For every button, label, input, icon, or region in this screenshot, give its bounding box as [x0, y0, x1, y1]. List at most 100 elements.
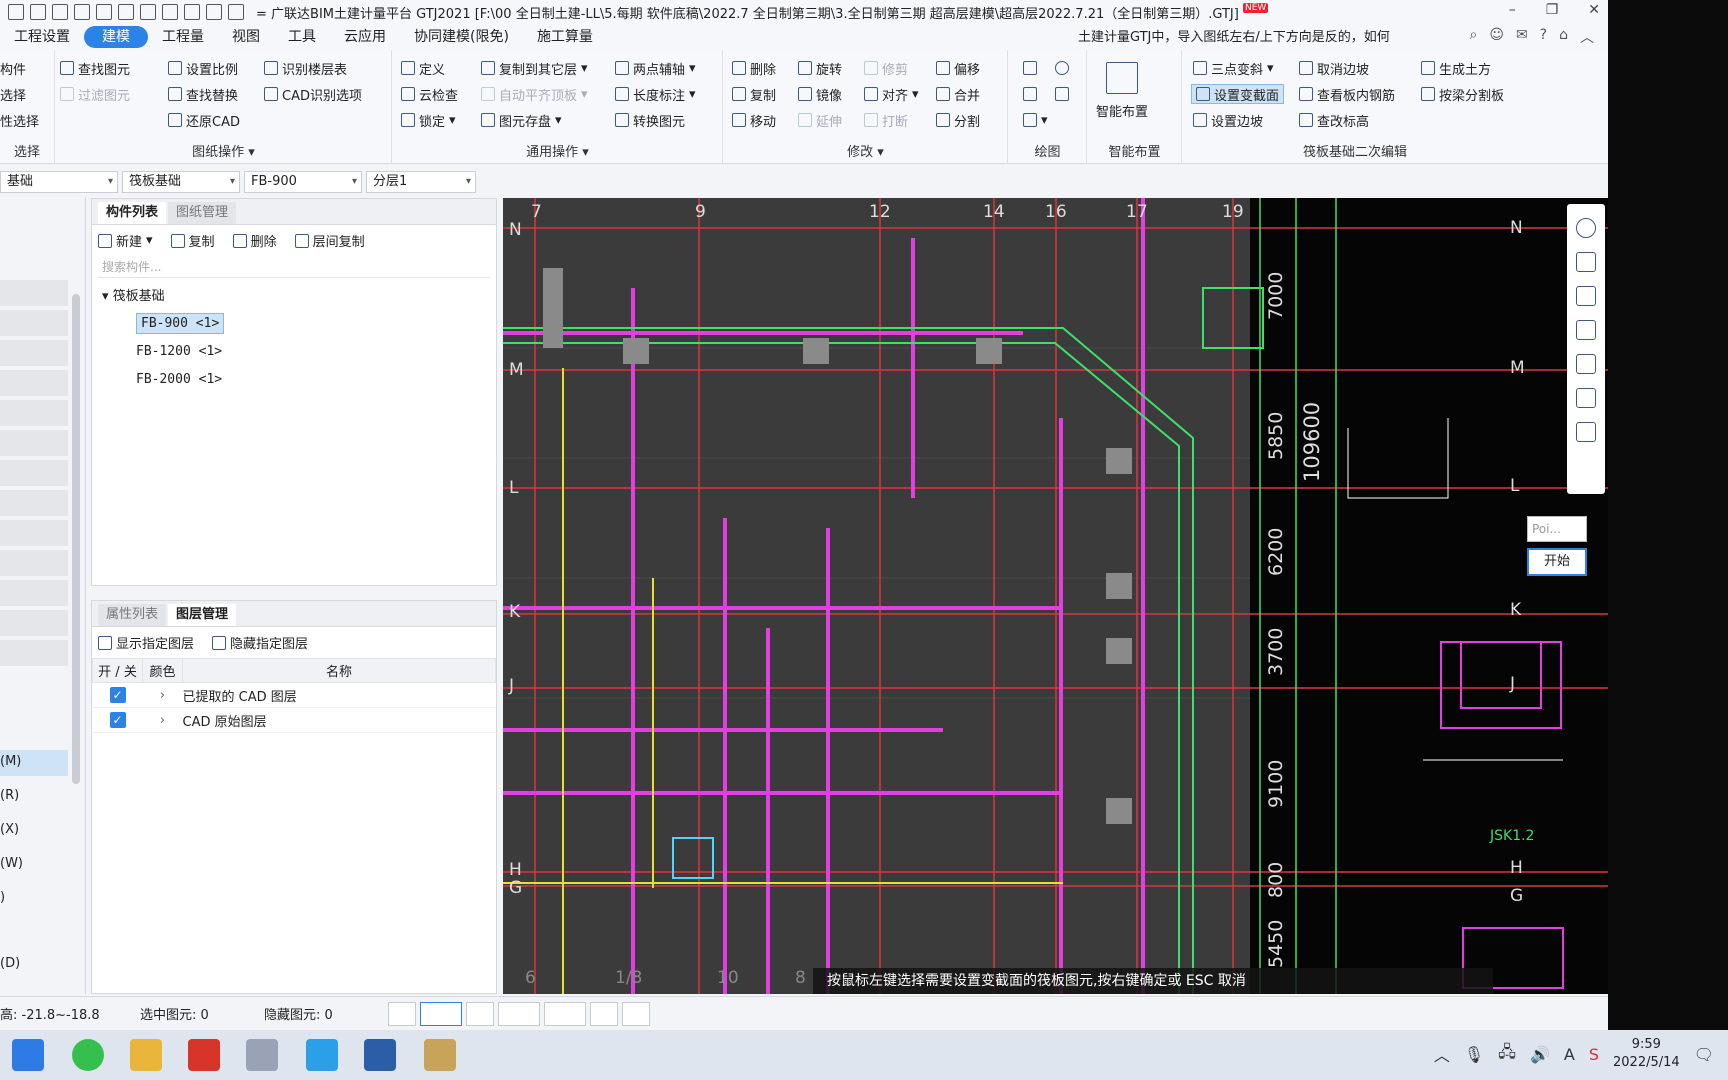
file-explorer-icon[interactable] [130, 1039, 162, 1071]
delete-button[interactable]: 删除 [732, 58, 776, 78]
align-button[interactable]: 对齐 ▾ [864, 84, 919, 104]
menu-quantity[interactable]: 工程量 [148, 26, 218, 48]
select-component-button[interactable]: 构件 [0, 58, 26, 78]
help-search-tip[interactable]: 土建计量GTJ中，导入图纸左右/上下方向是反的，如何 [1078, 26, 1458, 45]
layer-toggle-checkbox[interactable]: ✓ [109, 712, 126, 728]
extend-button[interactable]: 延伸 [798, 110, 842, 130]
nav-item[interactable] [0, 580, 68, 606]
menu-cloud[interactable]: 云应用 [330, 26, 400, 48]
fullscreen-icon[interactable] [1576, 354, 1596, 374]
cancel-edge-slope-button[interactable]: 取消边坡 [1299, 58, 1369, 78]
grid-icon[interactable] [162, 4, 178, 20]
ortho-toggle-button[interactable] [388, 1001, 416, 1026]
user-icon[interactable]: ☺ [1489, 27, 1504, 47]
drawing-canvas[interactable]: 7 9 12 14 16 17 19 N M L K J H G 6 1/8 1… [503, 198, 1608, 994]
nav-label[interactable]: (X) [0, 822, 19, 837]
find-element-button[interactable]: 查找图元 [60, 58, 130, 78]
define-button[interactable]: 定义 [401, 58, 445, 78]
table-row[interactable]: ✓ › 已提取的 CAD 图层 [92, 682, 496, 708]
select-button[interactable]: 选择 [0, 84, 26, 104]
point-draw-icon[interactable] [1023, 58, 1037, 78]
nav-item[interactable] [0, 640, 68, 666]
cross-select-button[interactable] [466, 1001, 494, 1026]
gtj-app-icon[interactable] [306, 1039, 338, 1071]
menu-construction[interactable]: 施工算量 [523, 26, 607, 48]
offset-button[interactable]: 偏移 [936, 58, 980, 78]
auto-align-top-button[interactable]: 自动平齐顶板 ▾ [481, 84, 588, 104]
display-toggle-button[interactable] [590, 1001, 618, 1026]
layers-icon[interactable] [206, 4, 222, 20]
tree-node-raft[interactable]: ▾ 筏板基础 [102, 284, 486, 310]
ime-icon[interactable]: A [1564, 1045, 1575, 1064]
nav-item[interactable] [0, 370, 68, 396]
tab-component-list[interactable]: 构件列表 [98, 202, 167, 224]
cad-viewer-icon[interactable] [364, 1039, 396, 1071]
network-icon[interactable]: 🖧 [1498, 1041, 1516, 1068]
image-app-icon[interactable] [424, 1039, 456, 1071]
tray-expand-icon[interactable]: ︿ [1434, 1042, 1450, 1066]
component-search-input[interactable]: 搜索构件... [98, 256, 490, 278]
cloud-check-button[interactable]: 云检查 [401, 84, 458, 104]
smart-layout-button[interactable]: 智能布置 [1096, 100, 1148, 120]
three-point-slope-button[interactable]: 三点变斜 ▾ [1193, 58, 1274, 78]
type-combo[interactable]: 筏板基础 [122, 171, 240, 193]
angle-button[interactable] [498, 1001, 540, 1026]
close-icon[interactable]: ✕ [1588, 2, 1600, 18]
menu-modeling[interactable]: 建模 [84, 26, 148, 48]
copy-component-button[interactable]: 复制 [170, 231, 215, 250]
cube-view-icon[interactable] [1576, 286, 1596, 306]
menu-collab[interactable]: 协同建模(限免) [400, 26, 523, 48]
tab-layer-management[interactable]: 图层管理 [168, 604, 237, 626]
arc-draw-icon[interactable]: ▾ [1023, 110, 1048, 130]
remote-desktop-icon[interactable] [246, 1039, 278, 1071]
new-component-button[interactable]: 新建 ▾ [98, 231, 153, 250]
report-icon[interactable] [118, 4, 134, 20]
table-row[interactable]: ✓ › CAD 原始图层 [92, 707, 496, 733]
nav-item[interactable] [0, 400, 68, 426]
nav-item[interactable] [0, 490, 68, 516]
component-combo[interactable]: FB-900 [244, 171, 362, 193]
table-icon[interactable] [140, 4, 156, 20]
smart-layout-icon[interactable] [1106, 58, 1138, 98]
restore-icon[interactable]: ❐ [1546, 2, 1559, 18]
category-combo[interactable]: 基础 [0, 171, 118, 193]
set-edge-slope-button[interactable]: 设置边坡 [1193, 110, 1263, 130]
mirror-button[interactable]: 镜像 [798, 84, 842, 104]
redo-icon[interactable] [74, 4, 90, 20]
expand-icon[interactable]: › [142, 682, 183, 708]
sublayer-combo[interactable]: 分层1 [366, 171, 476, 193]
start-menu-icon[interactable] [12, 1039, 44, 1071]
start-button[interactable]: 开始 [1527, 548, 1587, 576]
nav-label[interactable]: (R) [0, 788, 19, 803]
property-select-button[interactable]: 性选择 [0, 110, 39, 130]
nav-label[interactable]: ) [0, 890, 5, 905]
find-replace-button[interactable]: 查找替换 [168, 84, 238, 104]
length-dimension-button[interactable]: 长度标注 ▾ [615, 84, 696, 104]
tree-item-fb1200[interactable]: FB-1200 <1> [136, 338, 486, 366]
identify-floor-table-button[interactable]: 识别楼层表 [264, 58, 347, 78]
nav-item[interactable] [0, 610, 68, 636]
microphone-icon[interactable]: 🎙 [1464, 1045, 1484, 1064]
wechat-icon[interactable] [72, 1039, 104, 1071]
volume-icon[interactable]: 🔊 [1530, 1045, 1550, 1064]
tab-drawing-management[interactable]: 图纸管理 [168, 202, 237, 224]
nav-item[interactable] [0, 550, 68, 576]
expand-icon[interactable]: › [142, 707, 183, 733]
set-variable-section-button[interactable]: 设置变截面 [1191, 84, 1285, 104]
nav-item[interactable] [0, 280, 68, 306]
nav-item[interactable] [0, 310, 68, 336]
layer-view-icon[interactable] [1576, 388, 1596, 408]
interlayer-copy-button[interactable]: 层间复制 [294, 231, 365, 250]
nav-scrollbar[interactable] [72, 294, 80, 784]
element-save-button[interactable]: 图元存盘 ▾ [481, 110, 562, 130]
undo-icon[interactable] [52, 4, 68, 20]
save-icon[interactable] [30, 4, 46, 20]
sync-icon[interactable] [228, 4, 244, 20]
list-view-icon[interactable] [1576, 422, 1596, 442]
line-draw-icon[interactable] [1023, 84, 1037, 104]
copy-button[interactable]: 复制 [732, 84, 776, 104]
open-icon[interactable] [8, 4, 24, 20]
home-icon[interactable]: ⌂ [1559, 27, 1568, 47]
chat-icon[interactable]: ✉ [1516, 27, 1528, 47]
generate-earthwork-button[interactable]: 生成土方 [1421, 58, 1491, 78]
